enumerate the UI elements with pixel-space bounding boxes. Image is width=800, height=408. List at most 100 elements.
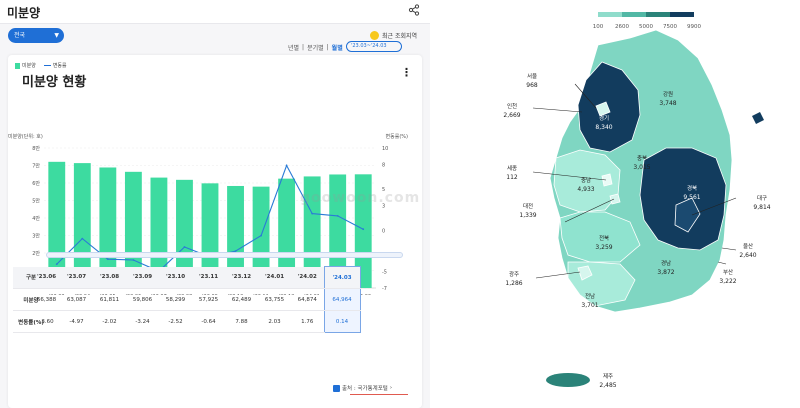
y2-axis-title: 변동률(%) xyxy=(386,133,408,140)
region-select-value: 전국 xyxy=(14,32,26,39)
point-change-rate[interactable] xyxy=(183,246,186,248)
leader-line xyxy=(574,83,597,109)
y-tick-label: 4만 xyxy=(32,215,40,222)
tab-separator: | xyxy=(326,44,329,51)
region-name-label: 서울 xyxy=(527,72,537,80)
table-cell: -2.02 xyxy=(93,310,126,333)
table-header-cell: '23.10 xyxy=(159,266,192,289)
table-header-cell-selected: '24.03 xyxy=(323,266,361,289)
leader-line xyxy=(721,247,737,251)
region-select[interactable]: 전국 ▼ xyxy=(8,28,64,43)
region-value-label: 1,286 xyxy=(505,280,522,287)
y-tick-label: 3만 xyxy=(32,233,40,240)
table-header-cell: '23.08 xyxy=(93,266,126,289)
point-change-rate[interactable] xyxy=(81,237,84,240)
point-change-rate[interactable] xyxy=(260,234,262,237)
table-cell: 1.76 xyxy=(291,310,324,333)
point-change-rate[interactable] xyxy=(362,228,365,231)
chart-scrollbar[interactable] xyxy=(46,252,403,258)
y2-tick-label: 0 xyxy=(382,228,385,234)
point-change-rate[interactable] xyxy=(132,259,135,261)
region-name-label: 대전 xyxy=(523,202,533,210)
region-value-label: 9,561 xyxy=(683,194,700,201)
share-icon[interactable] xyxy=(408,4,420,16)
legend-change-label: 변동률 xyxy=(52,63,67,69)
region-name-label: 충남 xyxy=(581,176,591,184)
chart-legend: 미분양 변동률 xyxy=(15,62,67,69)
table-header-cell: '23.12 xyxy=(225,266,258,289)
region-value-label: 8,340 xyxy=(595,124,612,131)
source-underline xyxy=(350,394,408,395)
y2-tick-label: -7 xyxy=(382,286,387,292)
region-name-label: 대구 xyxy=(757,194,767,202)
table-row: 구분 '23.06 '23.07 '23.08 '23.09 '23.10 '2… xyxy=(13,266,361,289)
table-row: 변동률(%) -3.60 -4.97 -2.02 -3.24 -2.52 -0.… xyxy=(13,310,361,333)
y2-tick-label: -5 xyxy=(382,270,387,276)
table-cell: 58,299 xyxy=(159,288,192,311)
region-value-label: 2,485 xyxy=(599,382,616,389)
smile-icon xyxy=(370,31,379,40)
table-cell: -3.24 xyxy=(126,310,159,333)
point-change-rate[interactable] xyxy=(55,263,58,266)
region-value-label: 9,814 xyxy=(753,204,770,211)
recent-regions-button[interactable]: 최근 조회지역 xyxy=(370,31,417,40)
tab-quarterly[interactable]: 분기별 xyxy=(307,43,324,52)
table-header-cell: '24.01 xyxy=(258,266,291,289)
legend-change[interactable]: 변동률 xyxy=(43,62,67,69)
region-value-label: 112 xyxy=(506,174,518,181)
region-name-label: 제주 xyxy=(603,372,613,380)
point-change-rate[interactable] xyxy=(285,164,288,167)
table-cell: -0.64 xyxy=(192,310,225,333)
table-header-cell: '23.11 xyxy=(192,266,225,289)
bar-swatch xyxy=(15,62,20,69)
region-value-label: 1,339 xyxy=(519,212,536,219)
table-cell-partial: '23.06 xyxy=(37,266,60,289)
point-change-rate[interactable] xyxy=(106,258,109,261)
period-tabs: 년별 | 분기별 | 월별 xyxy=(288,43,343,52)
date-range-picker[interactable]: '23.03~'24.03 xyxy=(346,41,402,52)
region-name-label: 경북 xyxy=(687,185,697,192)
y-tick-label: 8만 xyxy=(32,145,40,152)
source-link[interactable]: 출처 : 국가통계포털 › xyxy=(333,384,392,392)
line-swatch xyxy=(43,65,51,66)
tab-monthly[interactable]: 월별 xyxy=(332,43,343,52)
table-cell: 57,925 xyxy=(192,288,225,311)
leader-line xyxy=(535,271,581,279)
table-cell-selected: 0.14 xyxy=(323,310,361,333)
table-cell: 59,806 xyxy=(126,288,159,311)
leader-line xyxy=(532,171,607,181)
table-cell: 7.88 xyxy=(225,310,258,333)
table-cell: 2.03 xyxy=(258,310,291,333)
table-cell: 61,811 xyxy=(93,288,126,311)
table-cell: 64,874 xyxy=(291,288,324,311)
table-cell: -4.97 xyxy=(60,310,93,333)
y-tick-label: 5만 xyxy=(32,198,40,205)
region-name-label: 울산 xyxy=(743,242,753,250)
top-bar: 미분양 xyxy=(0,0,430,24)
point-change-rate[interactable] xyxy=(311,212,314,215)
region-value-label: 3,748 xyxy=(659,100,676,107)
region-value-label: 3,872 xyxy=(657,269,674,276)
region-name-label: 부산 xyxy=(723,268,733,276)
table-row: 미분양 66,388 63,087 61,811 59,806 58,299 5… xyxy=(13,288,361,311)
data-table: 구분 '23.06 '23.07 '23.08 '23.09 '23.10 '2… xyxy=(13,266,361,333)
table-header-cell: '23.09 xyxy=(126,266,159,289)
region-name-label: 경남 xyxy=(661,259,671,267)
tab-separator: | xyxy=(302,44,305,51)
region-value-label: 2,640 xyxy=(739,252,756,259)
leader-line xyxy=(564,198,615,223)
tab-yearly[interactable]: 년별 xyxy=(288,43,299,52)
legend-unsold[interactable]: 미분양 xyxy=(15,62,36,69)
region-name-label: 광주 xyxy=(509,271,519,278)
region-name-label: 충북 xyxy=(637,154,647,162)
region-name-label: 세종 xyxy=(507,164,517,172)
table-cell: 62,489 xyxy=(225,288,258,311)
table-header-cell: '23.07 xyxy=(60,266,93,289)
region-name-label: 전남 xyxy=(585,292,595,300)
region-value-label: 3,015 xyxy=(633,164,650,171)
table-cell: 63,755 xyxy=(258,288,291,311)
point-change-rate[interactable] xyxy=(336,214,339,217)
table-cell: -2.52 xyxy=(159,310,192,333)
y-tick-label: 2만 xyxy=(32,250,40,257)
region-name-label: 인천 xyxy=(507,102,517,110)
